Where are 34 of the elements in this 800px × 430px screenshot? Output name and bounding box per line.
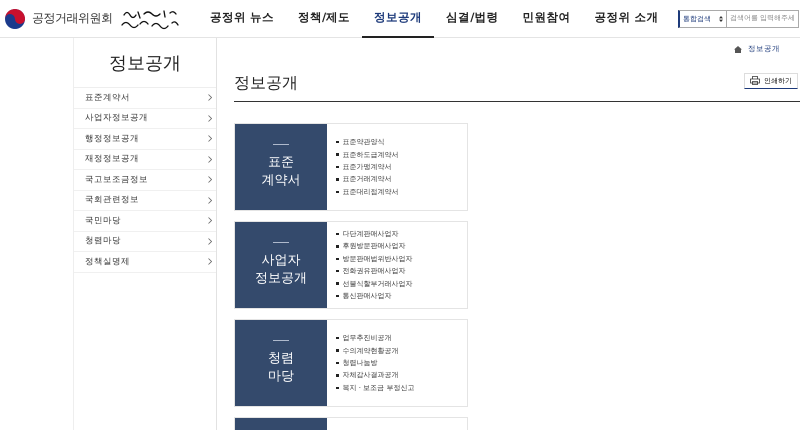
chevron-right-icon [208,196,212,204]
organization-name[interactable]: 공정거래위원회 [32,10,112,27]
sidebar-item[interactable]: 정책실명제 [74,252,216,272]
chevron-right-icon [208,135,212,142]
chevron-right-icon [208,238,212,245]
chevron-right-icon [208,156,212,163]
page-title: 정보공개 [234,72,298,94]
sidebar-item[interactable]: 국회관련정보 [74,190,216,211]
nav-tab[interactable]: 정보공개 [362,0,434,38]
nav-tab[interactable]: 심결/법령 [434,0,510,38]
sidebar-item[interactable]: 재정정보공개 [74,150,216,170]
sidebar-item[interactable]: 표준계약서 [74,88,216,108]
category-title[interactable]: 청렴 마당 [268,350,294,386]
nav-tab[interactable]: 공정위 소개 [582,0,670,38]
chevron-right-icon [208,114,212,122]
sidebar-item[interactable]: 사업자정보공개 [74,108,216,129]
printer-icon [750,76,760,85]
chevron-right-icon [208,176,212,184]
sort-arrows-icon [719,16,723,22]
sidebar-item[interactable]: 행정정보공개 [74,129,216,150]
chevron-right-icon [208,258,212,266]
category-title[interactable]: 표준 계약서 [262,154,300,190]
chevron-right-icon [208,94,212,102]
nav-tab[interactable]: 정책/제도 [286,0,362,38]
category-title[interactable]: 사업자 정보공개 [255,252,307,288]
nav-tab[interactable]: 민원참여 [510,0,582,38]
sidebar-title: 정보공개 [74,38,216,88]
chevron-right-icon [208,217,212,224]
nav-tab[interactable]: 공정위 뉴스 [198,0,286,38]
sidebar-item[interactable]: 국민마당 [74,211,216,232]
home-icon[interactable] [734,46,742,52]
taegeuk-logo-icon [4,8,26,30]
sidebar-item[interactable]: 국고보조금정보 [74,170,216,190]
sidebar-item[interactable]: 청렴마당 [74,232,216,252]
